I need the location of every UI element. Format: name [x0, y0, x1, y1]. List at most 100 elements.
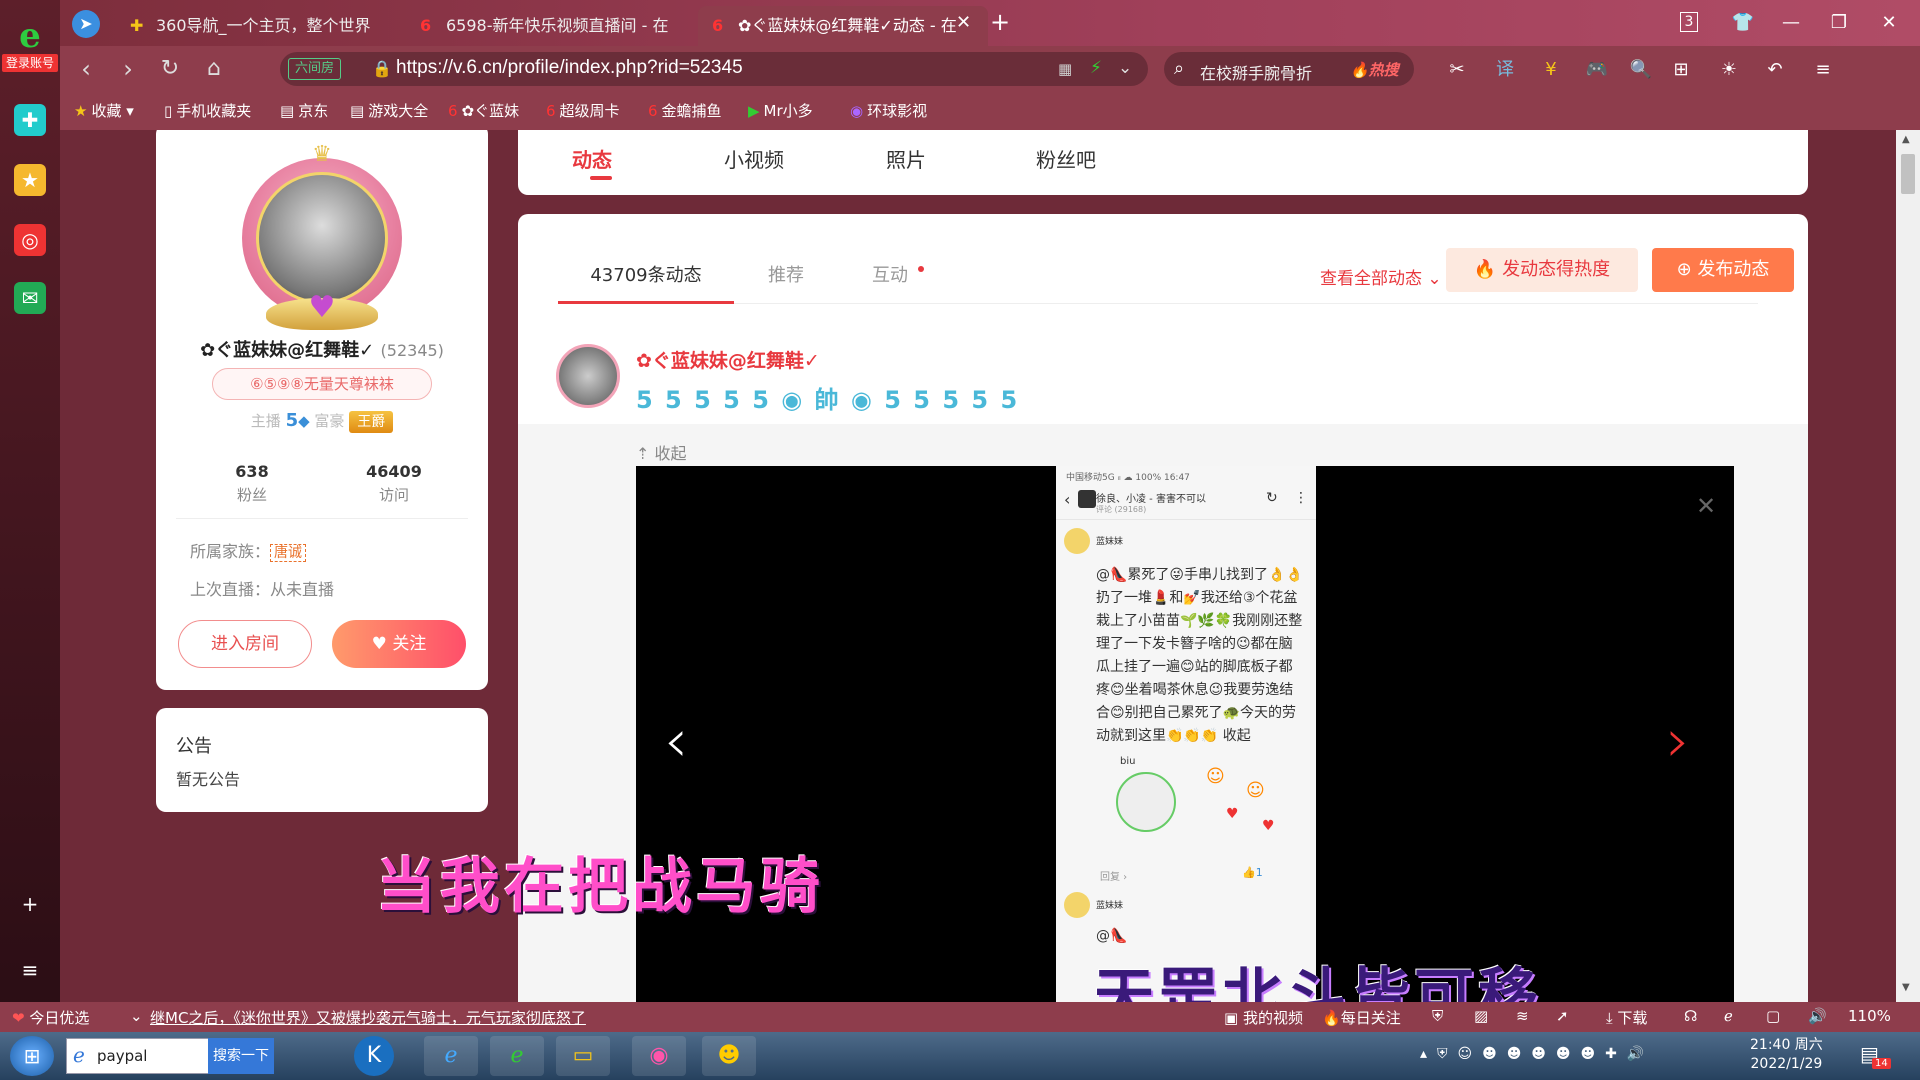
shield-icon[interactable]: ⛨ [1432, 1007, 1443, 1025]
speed-icon[interactable]: ⚡ [1090, 58, 1102, 78]
my-video[interactable]: ▣ 我的视频 [1224, 1007, 1303, 1028]
image-icon[interactable]: ▨ [1474, 1007, 1488, 1025]
qr-icon[interactable]: ▦ [1058, 60, 1072, 78]
search-input[interactable]: 在校掰手腕骨折 [1200, 60, 1312, 84]
vertical-scrollbar[interactable]: ▲ ▼ [1896, 130, 1920, 1002]
news-ticker[interactable]: 继MC之后，《迷你世界》又被爆抄袭元气骑士，元气玩家彻底怒了 [150, 1007, 586, 1028]
tab-interaction[interactable]: 互动 [838, 248, 942, 304]
restore-icon[interactable]: ❐ [1824, 10, 1854, 36]
bookmark-item[interactable]: ▯ 手机收藏夹 [164, 100, 251, 121]
enter-room-button[interactable]: 进入房间 [178, 620, 312, 668]
post-avatar[interactable] [556, 344, 620, 408]
skin-icon[interactable]: 👕 [1728, 10, 1758, 36]
prev-arrow-icon[interactable]: ‹ [664, 706, 688, 776]
sidebar-add-icon[interactable]: + [14, 888, 46, 920]
game-icon[interactable]: 🎮 [1582, 56, 1612, 84]
ie-icon[interactable]: ℯ [1724, 1007, 1733, 1025]
tab-counter[interactable]: 3 [1680, 12, 1698, 32]
chevron-down-icon[interactable]: ⌄ [1118, 58, 1132, 78]
heat-button[interactable]: 🔥 发动态得热度 [1446, 248, 1638, 292]
menu-icon[interactable]: ≡ [1808, 56, 1838, 84]
close-viewer-icon[interactable]: ✕ [1696, 492, 1716, 520]
bookmark-favorites[interactable]: ★ 收藏 ▾ [74, 100, 134, 121]
follow-button[interactable]: ♥ 关注 [332, 620, 466, 668]
bookmark-item[interactable]: 6 金蟾捕鱼 [648, 100, 722, 121]
taskbar-search-button[interactable]: 搜索一下 [208, 1038, 274, 1074]
scrollbar-thumb[interactable] [1901, 154, 1915, 194]
bookmark-item[interactable]: ▤ 京东 [280, 100, 328, 121]
bookmark-item[interactable]: 6 ✿ぐ蓝妹 [448, 100, 519, 121]
post-button[interactable]: ⊕ 发布动态 [1652, 248, 1794, 292]
clock[interactable]: 21:40 周六 2022/1/29 [1750, 1036, 1823, 1074]
scissors-icon[interactable]: ✂ [1442, 56, 1472, 84]
sidebar-menu-icon[interactable]: ≡ [14, 954, 46, 986]
sidebar-mail-icon[interactable]: ✉ [14, 282, 46, 314]
headset-icon[interactable]: ☊ [1684, 1007, 1697, 1025]
hot-search-label[interactable]: 🔥热搜 [1350, 59, 1399, 80]
bookmark-item[interactable]: 6 超级周卡 [546, 100, 620, 121]
taskbar-ie-icon[interactable]: ℯ [424, 1036, 478, 1076]
search-box[interactable]: ⌕ 在校掰手腕骨折 🔥热搜 [1164, 52, 1414, 86]
start-button[interactable]: ⊞ [10, 1036, 54, 1076]
avatar[interactable] [256, 172, 388, 304]
daily-follow[interactable]: 🔥每日关注 [1322, 1007, 1401, 1028]
rank-badge: 王爵 [349, 411, 394, 433]
forward-icon[interactable]: › [110, 54, 146, 84]
sidebar-weibo-icon[interactable]: ◎ [14, 224, 46, 256]
tab-recommend[interactable]: 推荐 [734, 248, 838, 304]
bookmark-item[interactable]: ◉ 环球影视 [850, 100, 927, 121]
home-icon[interactable]: ⌂ [196, 54, 232, 84]
taskbar-k-icon[interactable]: K [354, 1036, 394, 1076]
volume-icon[interactable]: 🔊 [1808, 1007, 1827, 1025]
rocket-icon[interactable]: ➚ [1556, 1007, 1569, 1025]
family-link[interactable]: 唐诚 [270, 544, 307, 562]
sidebar-plugin-icon[interactable]: ✚ [14, 104, 46, 136]
tab-fan-club[interactable]: 粉丝吧 [1036, 144, 1096, 173]
download-icon: ⤓ [1606, 1009, 1613, 1027]
brightness-icon[interactable]: ☀ [1714, 56, 1744, 84]
coin-icon[interactable]: ¥ [1536, 56, 1566, 84]
view-all-dropdown[interactable]: 查看全部动态 ⌄ [1320, 264, 1442, 289]
today-picks[interactable]: ❤ 今日优选 [12, 1007, 89, 1028]
taskbar-search-input[interactable]: paypal [97, 1047, 147, 1065]
window-icon[interactable]: ▢ [1766, 1007, 1780, 1025]
tab-dynamics[interactable]: 动态 [572, 144, 612, 173]
tab-360-home[interactable]: ✚ 360导航_一个主页，整个世界 [116, 6, 406, 46]
minimize-icon[interactable]: — [1776, 10, 1806, 36]
translate-icon[interactable]: 译 [1490, 56, 1520, 84]
zoom-level[interactable]: 110% [1848, 1007, 1891, 1025]
login-button[interactable]: 登录账号 [2, 54, 58, 72]
sidebar-favorites-icon[interactable]: ★ [14, 164, 46, 196]
tab-6598-live[interactable]: 6 6598-新年快乐视频直播间 - 在 [406, 6, 696, 46]
next-arrow-icon[interactable]: › [1666, 706, 1690, 776]
navigate-icon[interactable]: ➤ [72, 10, 100, 38]
download-button[interactable]: ⤓ 下载 [1606, 1007, 1647, 1028]
refresh-icon[interactable]: ↻ [152, 54, 188, 84]
url-input[interactable]: https://v.6.cn/profile/index.php?rid=523… [396, 57, 743, 79]
tray-icons[interactable]: ▴⛨☺☻☻☻☻☻✚🔊 [1420, 1046, 1654, 1062]
new-tab-icon[interactable]: + [990, 8, 1010, 36]
undo-icon[interactable]: ↶ [1760, 56, 1790, 84]
url-box[interactable]: 六间房 🔒 https://v.6.cn/profile/index.php?r… [280, 52, 1148, 86]
taskbar-app-icon[interactable]: ☻ [702, 1036, 756, 1076]
taskbar-browser-icon[interactable]: ◉ [632, 1036, 686, 1076]
close-tab-icon[interactable]: ✕ [956, 12, 971, 33]
post-author[interactable]: ✿ぐ蓝妹妹@红舞鞋✓ [636, 346, 820, 373]
bookmark-item[interactable]: ▶ Mr小多 [748, 100, 813, 121]
tab-short-videos[interactable]: 小视频 [724, 144, 784, 173]
apps-grid-icon[interactable]: ⊞ [1666, 56, 1696, 84]
bookmark-item[interactable]: ▤ 游戏大全 [350, 100, 428, 121]
collapse-link[interactable]: ⇡ 收起 [636, 440, 687, 464]
chevron-icon[interactable]: ⌄ [130, 1007, 143, 1025]
browser-logo-icon[interactable]: e [6, 16, 54, 58]
tab-all-dynamics[interactable]: 43709条动态 [558, 248, 734, 304]
level-row: 主播 5◆ 富豪 王爵 [156, 410, 488, 433]
tab-profile-active[interactable]: 6 ✿ぐ蓝妹妹@红舞鞋✓动态 - 在 [698, 6, 988, 46]
wifi-icon[interactable]: ≋ [1516, 1007, 1529, 1025]
magnifier-icon[interactable]: 🔍 [1626, 56, 1656, 84]
taskbar-folder-icon[interactable]: ▭ [556, 1036, 610, 1076]
taskbar-360-icon[interactable]: ℯ [490, 1036, 544, 1076]
tab-photos[interactable]: 照片 [886, 144, 926, 173]
back-icon[interactable]: ‹ [68, 54, 104, 84]
close-window-icon[interactable]: ✕ [1874, 10, 1904, 36]
